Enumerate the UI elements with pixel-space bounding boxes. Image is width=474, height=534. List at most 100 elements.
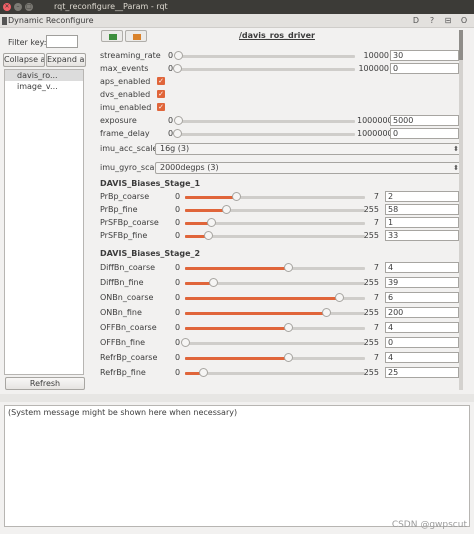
param-row: RefrBp_coarse 0 7 4 [95,352,459,364]
param-slider[interactable] [173,64,355,73]
param-slider[interactable] [185,231,365,240]
combo-row: imu_gyro_scale 2000degps (3) ⬍ [95,162,463,174]
param-slider[interactable] [185,218,365,227]
param-value-input[interactable]: 58 [385,204,459,215]
param-slider[interactable] [173,116,355,125]
splitter-handle[interactable] [0,394,474,402]
param-value-input[interactable]: 0 [390,128,459,139]
param-row: PrSFBp_coarse 0 7 1 [95,217,459,229]
param-slider[interactable] [185,278,365,287]
param-row: PrBp_coarse 0 7 2 [95,191,459,203]
param-slider[interactable] [185,205,365,214]
combo-value: 16g (3) [160,144,190,153]
combo-select[interactable]: 16g (3) ⬍ [155,143,463,155]
checkbox-row: imu_enabled ✓ [95,102,455,114]
param-slider[interactable] [185,308,365,317]
slider-handle[interactable] [283,263,293,272]
collapse-all-button[interactable]: Collapse all [3,53,45,67]
param-value-input[interactable]: 39 [385,277,459,288]
param-min: 0 [175,293,181,302]
param-max: 7 [373,263,379,272]
checkbox[interactable]: ✓ [157,103,165,111]
param-label: PrSFBp_coarse [100,218,159,227]
param-min: 0 [175,205,181,214]
param-value-input[interactable]: 25 [385,367,459,378]
param-label: streaming_rate [100,51,161,60]
maximize-window-button[interactable]: □ [25,3,33,11]
param-slider[interactable] [185,353,365,362]
param-max: 255 [363,231,379,240]
slider-handle[interactable] [335,293,345,302]
tree-item-davis[interactable]: davis_ro... [5,70,83,81]
param-slider[interactable] [185,192,365,201]
param-slider[interactable] [173,51,355,60]
param-slider[interactable] [185,368,365,377]
param-slider[interactable] [185,293,365,302]
param-label: DiffBn_fine [100,278,144,287]
slider-handle[interactable] [232,192,242,201]
combo-select[interactable]: 2000degps (3) ⬍ [155,162,463,174]
tree-item-image-view[interactable]: image_v... [5,81,83,92]
expand-all-button[interactable]: Expand all [46,53,86,67]
param-value-input[interactable]: 30 [390,50,459,61]
help-button[interactable]: D [410,15,422,27]
slider-handle[interactable] [283,323,293,332]
param-row: ONBn_fine 0 255 200 [95,307,459,319]
slider-handle[interactable] [208,278,218,287]
close-dock-button[interactable]: O [458,15,470,27]
restore-button[interactable]: ⊟ [442,15,454,27]
param-value-input[interactable]: 6 [385,292,459,303]
slider-handle[interactable] [173,129,182,138]
slider-handle[interactable] [173,64,182,73]
scrollbar-thumb[interactable] [459,30,463,60]
undock-button[interactable]: ? [426,15,438,27]
node-tree[interactable]: davis_ro... image_v... [4,69,84,375]
slider-handle[interactable] [173,116,183,125]
checkbox[interactable]: ✓ [157,90,165,98]
param-value-input[interactable]: 4 [385,352,459,363]
slider-handle[interactable] [173,51,183,60]
param-value-input[interactable]: 4 [385,262,459,273]
minimize-window-button[interactable]: – [14,3,22,11]
param-slider[interactable] [173,129,355,138]
save-button[interactable] [101,30,123,42]
param-slider[interactable] [185,323,365,332]
param-value-input[interactable]: 0 [385,337,459,348]
slider-fill [185,297,340,300]
param-scrollbar[interactable] [459,30,463,390]
param-slider[interactable] [181,338,365,347]
load-button[interactable] [125,30,147,42]
slider-handle[interactable] [206,218,216,227]
param-value-input[interactable]: 2 [385,191,459,202]
slider-handle[interactable] [221,205,231,214]
close-window-button[interactable]: ✕ [3,3,11,11]
watermark: CSDN @gwpscut [391,520,467,530]
param-row: ONBn_coarse 0 7 6 [95,292,459,304]
param-min: 0 [175,231,181,240]
slider-handle[interactable] [198,368,208,377]
window-controls: ✕ – □ [3,3,33,11]
slider-handle[interactable] [322,308,332,317]
slider-fill [185,312,327,315]
checkbox[interactable]: ✓ [157,77,165,85]
filter-key-input[interactable] [46,35,78,48]
slider-handle[interactable] [181,338,190,347]
slider-fill [185,357,288,360]
param-label: ONBn_coarse [100,293,154,302]
save-icon [109,34,117,40]
param-min: 0 [175,353,181,362]
refresh-button[interactable]: Refresh [5,377,85,390]
param-label: PrBp_coarse [100,192,150,201]
combo-label: imu_gyro_scale [100,163,162,172]
param-value-input[interactable]: 5000 [390,115,459,126]
param-value-input[interactable]: 1 [385,217,459,228]
param-value-input[interactable]: 200 [385,307,459,318]
checkbox-row: aps_enabled ✓ [95,76,455,88]
param-slider[interactable] [185,263,365,272]
slider-handle[interactable] [204,231,214,240]
param-value-input[interactable]: 4 [385,322,459,333]
node-panel: Filter key: Collapse all Expand all davi… [0,30,88,394]
slider-handle[interactable] [283,353,293,362]
param-value-input[interactable]: 33 [385,230,459,241]
param-value-input[interactable]: 0 [390,63,459,74]
